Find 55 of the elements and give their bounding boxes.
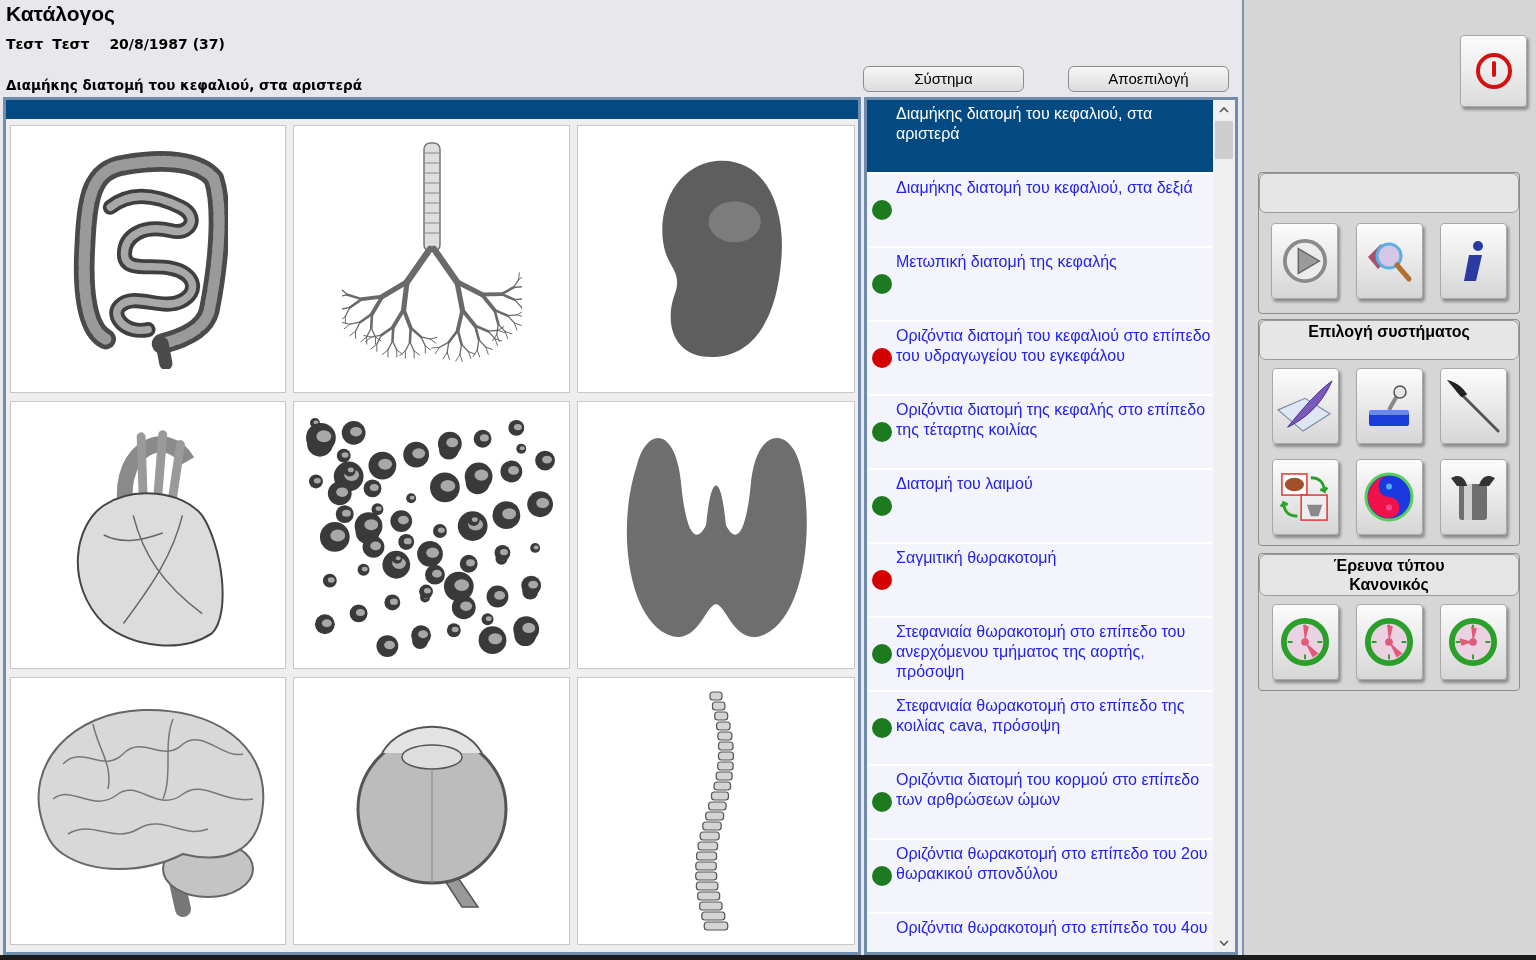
page-title: Κατάλογος [6, 1, 115, 27]
image-tile[interactable] [10, 401, 286, 669]
view-list-item[interactable]: Σαγμιτική θωρακοτομή [867, 544, 1213, 618]
image-tile[interactable] [10, 677, 286, 945]
dial-icon [1448, 617, 1498, 667]
scroll-up-icon[interactable] [1219, 107, 1229, 113]
view-list-item[interactable]: Στεφανιαία θωρακοτομή στο επίπεδο του ανερχόμενου τμήματος της αορτής, πρόσοψη [867, 618, 1213, 692]
view-list-item[interactable]: Οριζόντια θωρακοτομή στο επίπεδο του 4ου [867, 914, 1213, 952]
image-tile[interactable] [577, 677, 855, 945]
image-swap-button[interactable] [1271, 459, 1339, 535]
stamp-button[interactable] [1355, 368, 1423, 444]
toolbar-button[interactable]: Αποεπιλογή [1068, 66, 1229, 92]
patient-birth-date: 20/8/1987 (37) [109, 34, 225, 54]
toolbar-button[interactable]: Σύστημα [863, 66, 1024, 92]
image-tile[interactable] [577, 401, 855, 669]
patient-last-name: Τεστ [52, 34, 90, 54]
selected-view-title: Διαμήκης διατομή του κεφαλιού, στα αριστερά [6, 76, 362, 94]
view-list-item[interactable]: Διατομή του λαιμού [867, 470, 1213, 544]
group-title: Έρευνα τύπου [1333, 556, 1445, 575]
image-tile[interactable] [10, 125, 286, 393]
dial-button[interactable] [1355, 604, 1423, 680]
scalpel-button[interactable] [1439, 368, 1507, 444]
scalpel-icon [1446, 379, 1500, 433]
quill-paper-icon [1276, 379, 1334, 433]
dial-icon [1280, 617, 1330, 667]
patient-first-name: Τεστ [6, 34, 44, 54]
image-tile[interactable] [577, 125, 855, 393]
power-icon [1473, 51, 1514, 91]
dial-button[interactable] [1439, 604, 1507, 680]
view-list-item[interactable]: Στεφανιαία θωρακοτομή στο επίπεδο της κοιλίας cava, πρόσοψη [867, 692, 1213, 766]
group-title: Κανονικός [1349, 575, 1429, 594]
scrollbar-thumb[interactable] [1215, 121, 1233, 159]
play-button[interactable] [1271, 223, 1338, 299]
pot-button[interactable] [1439, 459, 1507, 535]
yin-yang-button[interactable] [1355, 459, 1423, 535]
image-swap-icon [1280, 471, 1330, 523]
view-list-item[interactable]: Μετωπική διατομή της κεφαλής [867, 248, 1213, 322]
view-list-item[interactable]: Οριζόντια θωρακοτομή στο επίπεδο του 2ου θωρακικού σπονδύλου [867, 840, 1213, 914]
view-list-item[interactable]: Οριζόντια διατομή του κορμού στο επίπεδο των αρθρώσεων ώμων [867, 766, 1213, 840]
dial-icon [1364, 617, 1414, 667]
group-title: Επιλογή συστήματος [1308, 322, 1470, 341]
view-list-item[interactable]: Διαμήκης διατομή του κεφαλιού, στα αριστερά [867, 100, 1213, 174]
view-list-item[interactable]: Διαμήκης διατομή του κεφαλιού, στα δεξιά [867, 174, 1213, 248]
info-button[interactable] [1440, 223, 1507, 299]
scroll-down-icon[interactable] [1219, 940, 1229, 946]
image-tile[interactable] [293, 677, 570, 945]
play-icon [1281, 238, 1328, 284]
view-list-item[interactable]: Οριζόντια διατομή της κεφαλής στο επίπεδο της τέταρτης κοιλίας [867, 396, 1213, 470]
power-button[interactable] [1460, 35, 1527, 107]
image-tile[interactable] [293, 125, 570, 393]
notes-button[interactable] [1271, 368, 1339, 444]
dial-button[interactable] [1271, 604, 1339, 680]
magnifier-button[interactable] [1355, 223, 1423, 299]
yin-yang-icon [1364, 472, 1414, 522]
view-list-item[interactable]: Οριζόντια διατομή του κεφαλιού στο επίπεδο του υδραγωγείου του εγκεφάλου [867, 322, 1213, 396]
